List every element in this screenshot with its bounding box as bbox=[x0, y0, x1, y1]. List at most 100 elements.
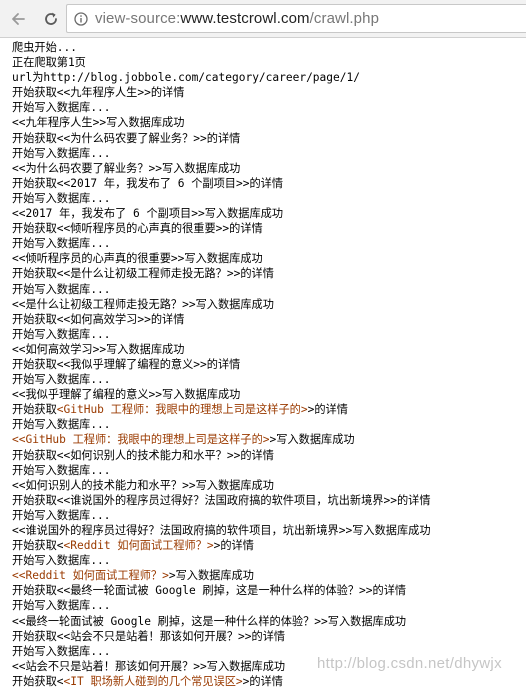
source-text: 开始获取<<倾听程序员的心声真的很重要>>的详情 bbox=[12, 222, 263, 236]
source-line: 开始写入数据库... bbox=[12, 191, 522, 206]
source-text: 开始获取<<谁说国外的程序员过得好？法国政府搞的软件项目，坑出新境界>>的详情 bbox=[12, 493, 431, 507]
source-line: 开始写入数据库... bbox=[12, 100, 522, 115]
source-line: 开始获取<<如何识别人的技术能力和水平？>>的详情 bbox=[12, 448, 522, 463]
source-line: <<为什么码农要了解业务？>>写入数据库成功 bbox=[12, 161, 522, 176]
source-text: <<为什么码农要了解业务？>>写入数据库成功 bbox=[12, 161, 241, 175]
source-text: >写入数据库成功 bbox=[269, 433, 355, 447]
source-text: 开始写入数据库... bbox=[12, 101, 111, 115]
source-text: 开始获取<<2017 年，我发布了 6 个副项目>>的详情 bbox=[12, 176, 284, 190]
source-text: 开始获取< bbox=[12, 674, 64, 688]
source-line: 开始写入数据库... bbox=[12, 146, 522, 161]
source-line: <<最终一轮面试被 Google 刷掉，这是一种什么样的体验？>>写入数据库成功 bbox=[12, 614, 522, 629]
source-text: url为http://blog.jobbole.com/category/car… bbox=[12, 71, 360, 85]
address-bar[interactable]: view-source:www.testcrowl.com/crawl.php bbox=[66, 4, 526, 33]
source-line: <<我似乎理解了编程的意义>>写入数据库成功 bbox=[12, 387, 522, 402]
source-highlight-text: <<Reddit 如何面试工程师？> bbox=[12, 569, 169, 583]
source-line: 开始获取<<最终一轮面试被 Google 刷掉，这是一种什么样的体验？>>的详情 bbox=[12, 583, 522, 598]
source-text: <<我似乎理解了编程的意义>>写入数据库成功 bbox=[12, 388, 241, 402]
source-text: 开始获取<<最终一轮面试被 Google 刷掉，这是一种什么样的体验？>>的详情 bbox=[12, 584, 407, 598]
source-text: >的详情 bbox=[307, 403, 348, 417]
source-line: <<倾听程序员的心声真的很重要>>写入数据库成功 bbox=[12, 251, 522, 266]
source-line: 开始写入数据库... bbox=[12, 282, 522, 297]
source-line: <<如何高效学习>>写入数据库成功 bbox=[12, 342, 522, 357]
source-line: 开始写入数据库... bbox=[12, 236, 522, 251]
source-line: 开始写入数据库... bbox=[12, 598, 522, 613]
source-line: <<2017 年，我发布了 6 个副项目>>写入数据库成功 bbox=[12, 206, 522, 221]
source-text: 开始写入数据库... bbox=[12, 554, 111, 568]
back-arrow-icon[interactable] bbox=[9, 10, 27, 28]
page-source-view: 爬虫开始... 正在爬取第1页 url为http://blog.jobbole.co… bbox=[12, 40, 522, 689]
source-text: 开始写入数据库... bbox=[12, 146, 111, 160]
source-text: 开始写入数据库... bbox=[12, 644, 111, 658]
source-line: 开始获取<<如何高效学习>>的详情 bbox=[12, 312, 522, 327]
source-line: 开始获取<<倾听程序员的心声真的很重要>>的详情 bbox=[12, 221, 522, 236]
source-text: <<如何识别人的技术能力和水平？>>写入数据库成功 bbox=[12, 478, 274, 492]
url-text: view-source:www.testcrowl.com/crawl.php bbox=[95, 10, 379, 27]
source-text: 开始写入数据库... bbox=[12, 418, 111, 432]
watermark-text: http://blog.csdn.net/dhywjx bbox=[317, 655, 502, 672]
source-text: 开始获取< bbox=[12, 539, 64, 553]
source-text: 开始写入数据库... bbox=[12, 463, 111, 477]
source-text: 开始获取<<如何识别人的技术能力和水平？>>的详情 bbox=[12, 448, 274, 462]
source-text: 开始获取<<九年程序人生>>的详情 bbox=[12, 86, 185, 100]
source-text: 爬虫开始... bbox=[12, 41, 77, 54]
source-line: 开始获取<<谁说国外的程序员过得好？法国政府搞的软件项目，坑出新境界>>的详情 bbox=[12, 493, 522, 508]
source-text: 开始写入数据库... bbox=[12, 191, 111, 205]
source-line: 开始获取<<我似乎理解了编程的意义>>的详情 bbox=[12, 357, 522, 372]
source-line: 开始获取<<九年程序人生>>的详情 bbox=[12, 85, 522, 100]
source-line: url为http://blog.jobbole.com/category/car… bbox=[12, 70, 522, 85]
source-line: <<GitHub 工程师：我眼中的理想上司是这样子的>>写入数据库成功 bbox=[12, 432, 522, 447]
source-text: >的详情 bbox=[213, 539, 254, 553]
source-highlight-text: <<GitHub 工程师：我眼中的理想上司是这样子的> bbox=[12, 433, 270, 447]
source-text: 开始获取<<为什么码农要了解业务？>>的详情 bbox=[12, 131, 241, 145]
source-text: <<是什么让初级工程师走投无路？>>写入数据库成功 bbox=[12, 297, 274, 311]
url-host: www.testcrowl.com bbox=[180, 10, 310, 27]
browser-toolbar: view-source:www.testcrowl.com/crawl.php bbox=[0, 0, 526, 38]
source-line: 开始写入数据库... bbox=[12, 463, 522, 478]
page-info-icon[interactable] bbox=[74, 11, 88, 26]
url-path: /crawl.php bbox=[309, 10, 380, 27]
source-line: <<Reddit 如何面试工程师？>>写入数据库成功 bbox=[12, 568, 522, 583]
source-text: 正在爬取第1页 bbox=[12, 56, 86, 70]
source-line: <<是什么让初级工程师走投无路？>>写入数据库成功 bbox=[12, 297, 522, 312]
source-line: 开始获取<<是什么让初级工程师走投无路？>>的详情 bbox=[12, 266, 522, 281]
source-text: 开始写入数据库... bbox=[12, 282, 111, 296]
source-text: <<九年程序人生>>写入数据库成功 bbox=[12, 116, 185, 130]
source-text: <<最终一轮面试被 Google 刷掉，这是一种什么样的体验？>>写入数据库成功 bbox=[12, 614, 407, 628]
source-line: 开始写入数据库... bbox=[12, 417, 522, 432]
source-text: 开始写入数据库... bbox=[12, 327, 111, 341]
source-text: <<如何高效学习>>写入数据库成功 bbox=[12, 342, 185, 356]
source-text: <<倾听程序员的心声真的很重要>>写入数据库成功 bbox=[12, 252, 263, 266]
source-line: 开始获取<GitHub 工程师：我眼中的理想上司是这样子的>>的详情 bbox=[12, 402, 522, 417]
source-text: 开始写入数据库... bbox=[12, 599, 111, 613]
source-text: 开始写入数据库... bbox=[12, 373, 111, 387]
source-line: 开始写入数据库... bbox=[12, 553, 522, 568]
source-text: <<站会不只是站着！那该如何开展？>>写入数据库成功 bbox=[12, 659, 286, 673]
source-highlight-text: <IT 职场新人碰到的几个常见误区> bbox=[63, 674, 243, 688]
source-text: 开始获取<<是什么让初级工程师走投无路？>>的详情 bbox=[12, 267, 274, 281]
source-text: 开始写入数据库... bbox=[12, 508, 111, 522]
source-text: >的详情 bbox=[242, 674, 283, 688]
source-highlight-text: <Reddit 如何面试工程师？> bbox=[63, 539, 214, 553]
source-line: <<谁说国外的程序员过得好？法国政府搞的软件项目，坑出新境界>>写入数据库成功 bbox=[12, 523, 522, 538]
source-line: 开始获取<<为什么码农要了解业务？>>的详情 bbox=[12, 131, 522, 146]
source-text: 开始获取 bbox=[12, 403, 57, 417]
source-text: 开始获取<<如何高效学习>>的详情 bbox=[12, 312, 185, 326]
source-line: 开始获取<<站会不只是站着！那该如何开展？>>的详情 bbox=[12, 629, 522, 644]
source-text: >写入数据库成功 bbox=[168, 569, 254, 583]
source-line: 正在爬取第1页 bbox=[12, 55, 522, 70]
source-text: 开始获取<<站会不只是站着！那该如何开展？>>的详情 bbox=[12, 629, 286, 643]
reload-icon[interactable] bbox=[42, 10, 60, 28]
source-line: 开始获取<<Reddit 如何面试工程师？>>的详情 bbox=[12, 538, 522, 553]
source-text: 开始写入数据库... bbox=[12, 237, 111, 251]
source-line: 开始获取<<2017 年，我发布了 6 个副项目>>的详情 bbox=[12, 176, 522, 191]
source-line: <<九年程序人生>>写入数据库成功 bbox=[12, 115, 522, 130]
source-line: <<如何识别人的技术能力和水平？>>写入数据库成功 bbox=[12, 478, 522, 493]
source-line: 开始写入数据库... bbox=[12, 327, 522, 342]
source-line: 爬虫开始... bbox=[12, 40, 522, 55]
source-highlight-text: <GitHub 工程师：我眼中的理想上司是这样子的> bbox=[56, 403, 308, 417]
source-text: <<2017 年，我发布了 6 个副项目>>写入数据库成功 bbox=[12, 207, 284, 221]
source-line: 开始写入数据库... bbox=[12, 372, 522, 387]
source-line: 开始写入数据库... bbox=[12, 508, 522, 523]
url-scheme: view-source: bbox=[95, 10, 181, 27]
